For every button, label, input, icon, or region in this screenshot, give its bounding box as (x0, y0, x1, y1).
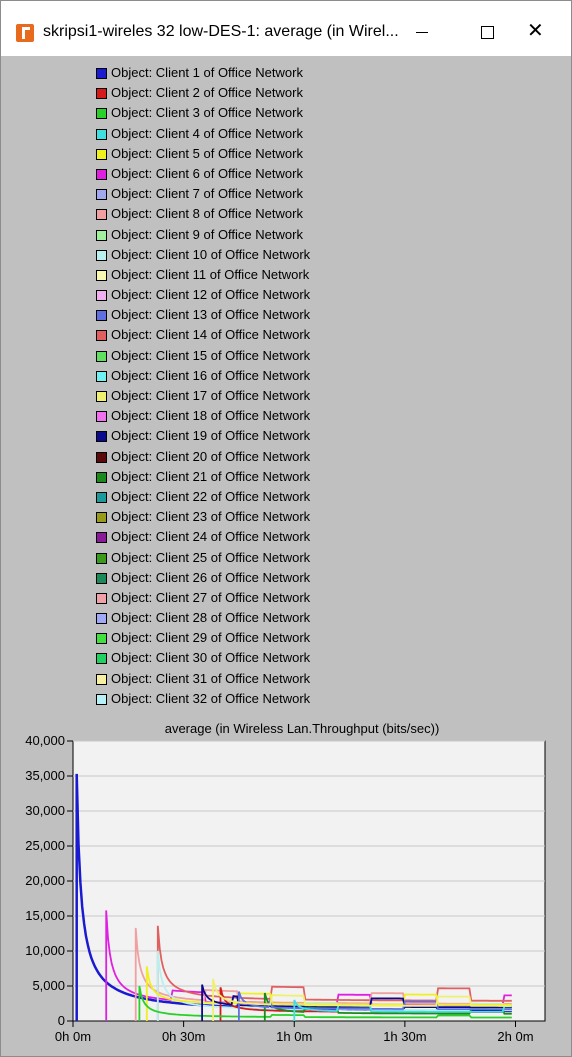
legend-swatch (96, 613, 107, 625)
y-tick-label: 35,000 (25, 768, 65, 783)
legend-label: Object: Client 28 of Office Network (111, 610, 311, 626)
legend-label: Object: Client 16 of Office Network (111, 367, 311, 383)
legend-label: Object: Client 11 of Office Network (111, 266, 310, 282)
legend-swatch (96, 168, 107, 180)
y-tick-label: 40,000 (25, 733, 65, 748)
legend-swatch (96, 330, 107, 342)
legend-swatch (96, 471, 107, 483)
legend-swatch (96, 68, 107, 79)
y-tick-label: 5,000 (32, 978, 65, 993)
legend-swatch (96, 411, 107, 423)
legend-swatch (96, 451, 107, 463)
legend-swatch (96, 673, 107, 685)
maximize-button[interactable] (465, 15, 511, 49)
legend-swatch (96, 633, 107, 645)
legend-swatch (96, 209, 107, 221)
legend-swatch (96, 391, 107, 402)
y-tick-label: 0 (58, 1013, 65, 1028)
y-tick-label: 20,000 (25, 873, 65, 888)
y-tick-label: 30,000 (25, 803, 65, 818)
chart-window: skripsi1-wireles 32 low-DES-1: average (… (0, 0, 572, 1057)
legend-label: Object: Client 24 of Office Network (111, 529, 311, 545)
legend-swatch (96, 310, 107, 322)
close-icon: ✕ (527, 20, 544, 42)
legend-swatch (96, 290, 107, 302)
close-button[interactable]: ✕ (521, 15, 567, 49)
legend-swatch (96, 572, 107, 584)
maximize-icon (481, 26, 494, 39)
legend-label: Object: Client 26 of Office Network (111, 569, 311, 585)
legend-label: Object: Client 31 of Office Network (111, 670, 311, 686)
legend-label: Object: Client 30 of Office Network (111, 650, 311, 666)
minimize-button[interactable] (399, 15, 445, 49)
legend-label: Object: Client 19 of Office Network (111, 428, 311, 444)
legend-label: Object: Client 29 of Office Network (111, 630, 311, 646)
y-tick-label: 10,000 (25, 943, 65, 958)
legend-label: Object: Client 4 of Office Network (111, 125, 303, 141)
legend-label: Object: Client 22 of Office Network (111, 488, 311, 504)
legend-swatch (96, 512, 107, 524)
legend-label: Object: Client 1 of Office Network (111, 65, 303, 80)
y-tick-label: 15,000 (25, 908, 65, 923)
legend-label: Object: Client 15 of Office Network (111, 347, 311, 363)
legend-label: Object: Client 13 of Office Network (111, 307, 311, 323)
x-tick-label: 0h 30m (162, 1029, 205, 1044)
legend-label: Object: Client 2 of Office Network (111, 85, 303, 101)
legend-label: Object: Client 5 of Office Network (111, 145, 303, 161)
legend-swatch (96, 88, 107, 100)
legend-swatch (96, 249, 107, 261)
legend-swatch (96, 653, 107, 665)
app-icon (16, 24, 34, 42)
chart-plot: 0 5,000 10,000 15,000 20,000 25,000 30,000 35,0… (25, 733, 546, 1044)
x-tick-label: 1h 30m (383, 1029, 426, 1044)
title-bar[interactable]: skripsi1-wireles 32 low-DES-1: average (… (1, 1, 571, 56)
legend-label: Object: Client 18 of Office Network (111, 408, 311, 424)
legend-swatch (96, 229, 107, 241)
legend-label: Object: Client 12 of Office Network (111, 287, 311, 303)
legend-label: Object: Client 27 of Office Network (111, 589, 311, 605)
legend-swatch (96, 431, 107, 443)
x-tick-label: 0h 0m (55, 1029, 91, 1044)
x-tick-label: 1h 0m (276, 1029, 312, 1044)
legend-label: Object: Client 8 of Office Network (111, 206, 303, 222)
legend-swatch (96, 370, 107, 382)
minimize-icon (416, 32, 428, 33)
legend-swatch (96, 552, 107, 564)
legend-swatch (96, 350, 107, 362)
legend-swatch (96, 128, 107, 140)
legend-label: Object: Client 14 of Office Network (111, 327, 311, 343)
legend-swatch (96, 592, 107, 604)
legend-label: Object: Client 6 of Office Network (111, 165, 303, 181)
legend-label: Object: Client 17 of Office Network (111, 388, 311, 403)
legend-swatch (96, 693, 107, 705)
y-tick-label: 25,000 (25, 838, 65, 853)
legend-label: Object: Client 25 of Office Network (111, 549, 311, 565)
legend-swatch (96, 148, 107, 160)
window-title: skripsi1-wireles 32 low-DES-1: average (… (43, 23, 399, 40)
legend-label: Object: Client 23 of Office Network (111, 509, 311, 525)
legend-label: Object: Client 21 of Office Network (111, 468, 311, 484)
legend-swatch (96, 108, 107, 120)
legend-label: Object: Client 10 of Office Network (111, 246, 311, 262)
x-tick-label: 2h 0m (497, 1029, 533, 1044)
legend-swatch (96, 269, 107, 281)
legend-swatch (96, 532, 107, 544)
legend-label: Object: Client 7 of Office Network (111, 186, 303, 202)
legend-label: Object: Client 32 of Office Network (111, 690, 311, 706)
legend-swatch (96, 491, 107, 503)
legend-label: Object: Client 9 of Office Network (111, 226, 303, 242)
legend-label: Object: Client 20 of Office Network (111, 448, 311, 464)
legend-label: Object: Client 3 of Office Network (111, 105, 303, 121)
legend-swatch (96, 189, 107, 201)
